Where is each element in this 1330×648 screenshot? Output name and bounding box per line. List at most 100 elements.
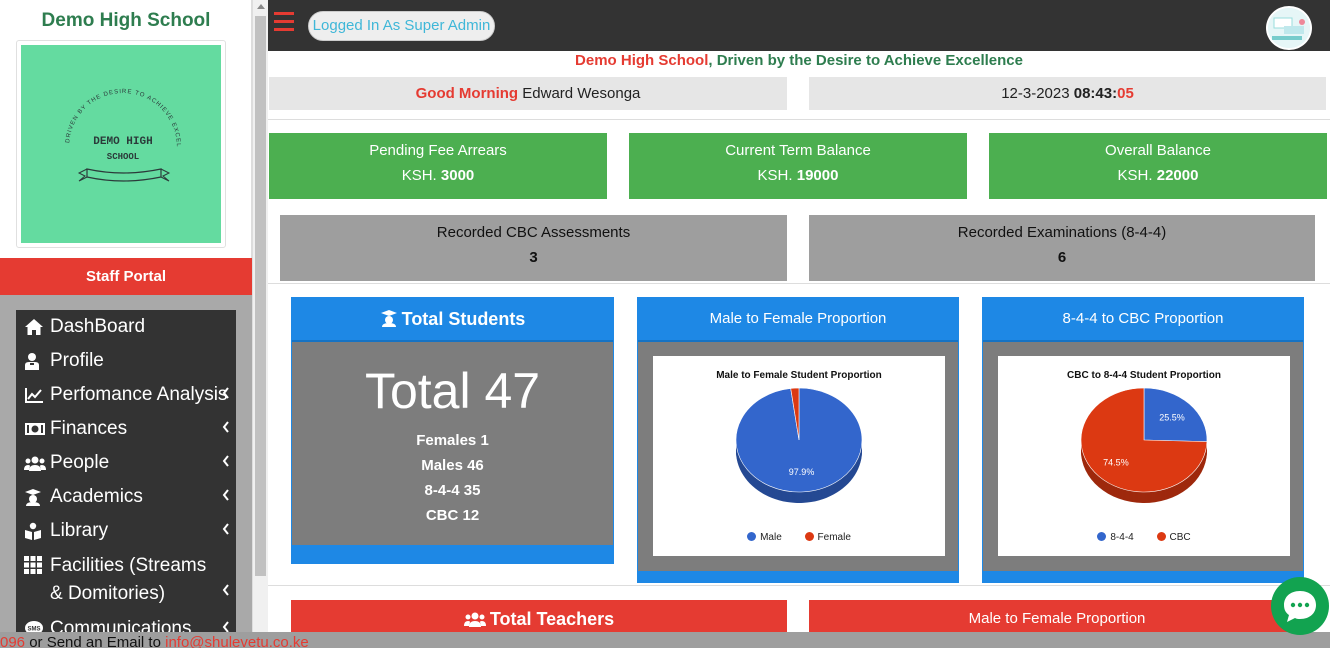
sidebar-item-people[interactable]: People: [16, 446, 236, 480]
stat-value: 12: [462, 507, 480, 524]
chat-bubble-icon: [1284, 591, 1316, 622]
user-avatar[interactable]: [1266, 6, 1312, 50]
sidebar-item-finances[interactable]: Finances: [16, 412, 236, 446]
staff-portal-banner: Staff Portal: [0, 258, 252, 295]
recorded-examinations-card[interactable]: Recorded Examinations (8-4-4) 6: [809, 215, 1315, 281]
curriculum-pie-svg: 25.5% 74.5%: [1080, 387, 1208, 503]
curriculum-chart-body: CBC to 8-4-4 Student Proportion 25.5% 74.…: [983, 342, 1303, 571]
scrollbar-thumb[interactable]: [255, 16, 266, 576]
school-logo-image: DRIVEN BY THE DESIRE TO ACHIEVE EXCELLEN…: [18, 41, 221, 243]
sidebar-item-library[interactable]: Library: [16, 514, 236, 548]
sidebar-item-label: People: [50, 452, 110, 473]
pie-slice-label: 97.9%: [789, 467, 815, 477]
footer-bar: 096 or Send an Email to info@shulevetu.c…: [0, 632, 1330, 648]
card-title: Recorded Examinations (8-4-4): [957, 224, 1167, 241]
divider: [268, 119, 1330, 120]
graduation-cap-icon: [380, 310, 397, 327]
hamburger-menu-icon[interactable]: [274, 12, 294, 32]
card-amount: 3000: [440, 167, 475, 184]
cbc-count: CBC 12: [292, 503, 613, 528]
user-icon: [24, 348, 46, 374]
legend-item[interactable]: 8-4-4: [1097, 532, 1134, 543]
school-logo: DRIVEN BY THE DESIRE TO ACHIEVE EXCELLEN…: [16, 40, 226, 248]
divider: [268, 585, 1330, 586]
stat-label: CBC: [425, 507, 459, 524]
card-title: Recorded CBC Assessments: [436, 224, 631, 241]
scroll-up-arrow-icon[interactable]: [257, 4, 265, 9]
legend-label: Female: [817, 532, 851, 543]
sidebar-item-label: Perfomance Analysis: [50, 384, 228, 405]
sidebar-item-label: Library: [50, 520, 109, 541]
legend-item[interactable]: CBC: [1156, 532, 1191, 543]
sidebar-item-performance-analysis[interactable]: Perfomance Analysis: [16, 378, 236, 412]
chevron-left-icon: [222, 584, 229, 596]
sidebar-scrollbar[interactable]: [252, 0, 268, 632]
logged-in-badge[interactable]: Logged In As Super Admin: [308, 11, 495, 41]
pie-slice-label: 74.5%: [1103, 457, 1129, 467]
divider: [268, 283, 1330, 284]
844-count: 8-4-4 35: [292, 478, 613, 503]
svg-text:SCHOOL: SCHOOL: [107, 152, 139, 162]
card-title: Current Term Balance: [725, 142, 871, 159]
chart-legend: Male Female: [653, 532, 945, 543]
sidebar-item-academics[interactable]: Academics: [16, 480, 236, 514]
stat-value: 46: [467, 457, 484, 474]
book-reader-icon: [24, 518, 46, 544]
chevron-left-icon: [222, 387, 229, 399]
chevron-left-icon: [222, 489, 229, 501]
gender-proportion-panel: Male to Female Proportion Male to Female…: [637, 297, 959, 583]
greeting-bar: Good Morning Edward Wesonga: [269, 77, 787, 110]
teachers-gender-title: Male to Female Proportion: [968, 610, 1146, 627]
total-teachers-title: Total Teachers: [489, 609, 615, 629]
sidebar-menu: DashBoard Profile Perfomance Analysis Fi…: [16, 310, 236, 640]
sidebar-item-label: Facilities (Streams & Domitories): [50, 555, 207, 604]
overall-balance-card[interactable]: Overall Balance KSH. 22000: [989, 133, 1327, 199]
legend-label: Male: [760, 532, 782, 543]
males-count: Males 46: [292, 453, 613, 478]
card-title: Overall Balance: [1105, 142, 1211, 159]
app-root: Demo High School DRIVEN BY THE DESIRE TO…: [0, 0, 1330, 648]
users-icon: [24, 450, 46, 476]
card-currency: KSH.: [757, 167, 793, 184]
card-value: 6: [1057, 249, 1067, 266]
legend-item[interactable]: Male: [747, 532, 782, 543]
chat-button[interactable]: [1271, 577, 1329, 635]
chevron-left-icon: [222, 455, 229, 467]
card-currency: KSH.: [1117, 167, 1153, 184]
sidebar-item-label: Finances: [50, 418, 128, 439]
stat-label: Males: [421, 457, 463, 474]
total-students-panel: Total Students Total 47 Females 1 Males …: [291, 297, 614, 564]
total-students-count: Total 47: [364, 363, 541, 419]
sidebar-item-dashboard[interactable]: DashBoard: [16, 310, 236, 344]
legend-label: 8-4-4: [1110, 532, 1134, 543]
svg-text:DEMO HIGH: DEMO HIGH: [93, 136, 152, 148]
footer-phone: 096: [0, 634, 26, 648]
tagline-school: Demo High School: [575, 52, 709, 69]
home-icon: [24, 314, 46, 340]
school-tagline: Demo High School, Driven by the Desire t…: [268, 51, 1330, 71]
current-term-balance-card[interactable]: Current Term Balance KSH. 19000: [629, 133, 967, 199]
sidebar-item-facilities[interactable]: Facilities (Streams & Domitories): [16, 548, 236, 612]
footer-email-link[interactable]: info@shulevetu.co.ke: [165, 634, 309, 648]
gender-pie-svg: 97.9%: [735, 387, 863, 503]
pie-slice-label: 25.5%: [1159, 413, 1185, 423]
current-date: 12-3-2023: [1001, 85, 1070, 102]
card-currency: KSH.: [401, 167, 437, 184]
chevron-left-icon: [222, 421, 229, 433]
curriculum-chart: CBC to 8-4-4 Student Proportion 25.5% 74.…: [998, 356, 1290, 556]
card-amount: 19000: [796, 167, 839, 184]
gender-chart-body: Male to Female Student Proportion 97.9% …: [638, 342, 958, 571]
card-amount: 22000: [1156, 167, 1199, 184]
datetime-bar: 12-3-2023 08:43:05: [809, 77, 1326, 110]
pending-fee-arrears-card[interactable]: Pending Fee Arrears KSH. 3000: [269, 133, 607, 199]
chart-line-icon: [24, 382, 46, 408]
sidebar: Demo High School DRIVEN BY THE DESIRE TO…: [0, 0, 252, 648]
curriculum-proportion-panel: 8-4-4 to CBC Proportion CBC to 8-4-4 Stu…: [982, 297, 1304, 583]
sidebar-school-name: Demo High School: [41, 10, 211, 31]
sidebar-item-label: Profile: [50, 350, 104, 371]
chart-legend: 8-4-4 CBC: [998, 532, 1290, 543]
current-time: 08:43:: [1073, 85, 1118, 102]
sidebar-item-profile[interactable]: Profile: [16, 344, 236, 378]
recorded-cbc-assessments-card[interactable]: Recorded CBC Assessments 3: [280, 215, 787, 281]
legend-item[interactable]: Female: [804, 532, 851, 543]
